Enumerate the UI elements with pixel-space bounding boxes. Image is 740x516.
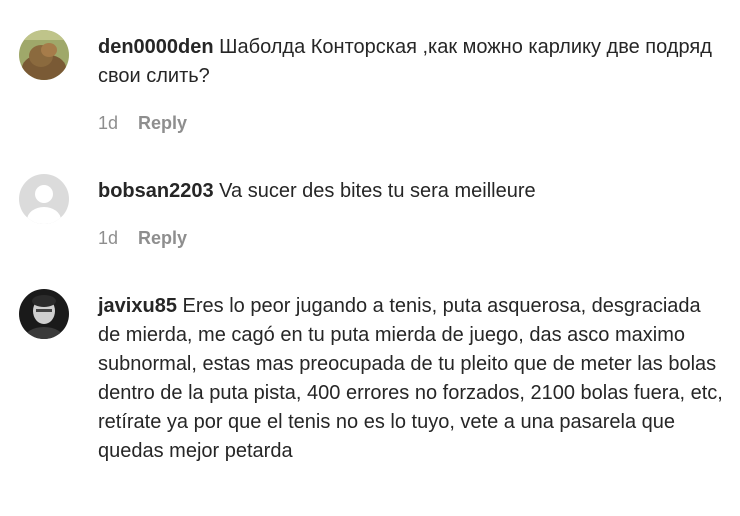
comment-meta: 1d Reply (98, 228, 187, 249)
comment-time[interactable]: 1d (98, 113, 118, 134)
comment-username[interactable]: javixu85 (98, 295, 177, 317)
reply-button[interactable]: Reply (138, 113, 187, 134)
default-avatar-icon (19, 174, 69, 224)
comment-meta: 1d Reply (98, 113, 187, 134)
comment-text: Va sucer des bites tu sera meilleure (219, 180, 536, 202)
avatar[interactable] (19, 174, 69, 224)
user-photo-icon (19, 289, 69, 339)
comment-body: javixu85 Eres lo peor jugando a tenis, p… (98, 292, 723, 466)
avatar[interactable] (19, 30, 69, 80)
user-photo-icon (19, 30, 69, 80)
comment-body: bobsan2203 Va sucer des bites tu sera me… (98, 177, 723, 206)
reply-button[interactable]: Reply (138, 228, 187, 249)
comment-username[interactable]: den0000den (98, 36, 214, 58)
comment-text: Eres lo peor jugando a tenis, puta asque… (98, 295, 723, 462)
comment-body: den0000den Шаболда Конторская ,как можно… (98, 33, 723, 91)
comment-time[interactable]: 1d (98, 228, 118, 249)
avatar[interactable] (19, 289, 69, 339)
comment-username[interactable]: bobsan2203 (98, 180, 214, 202)
